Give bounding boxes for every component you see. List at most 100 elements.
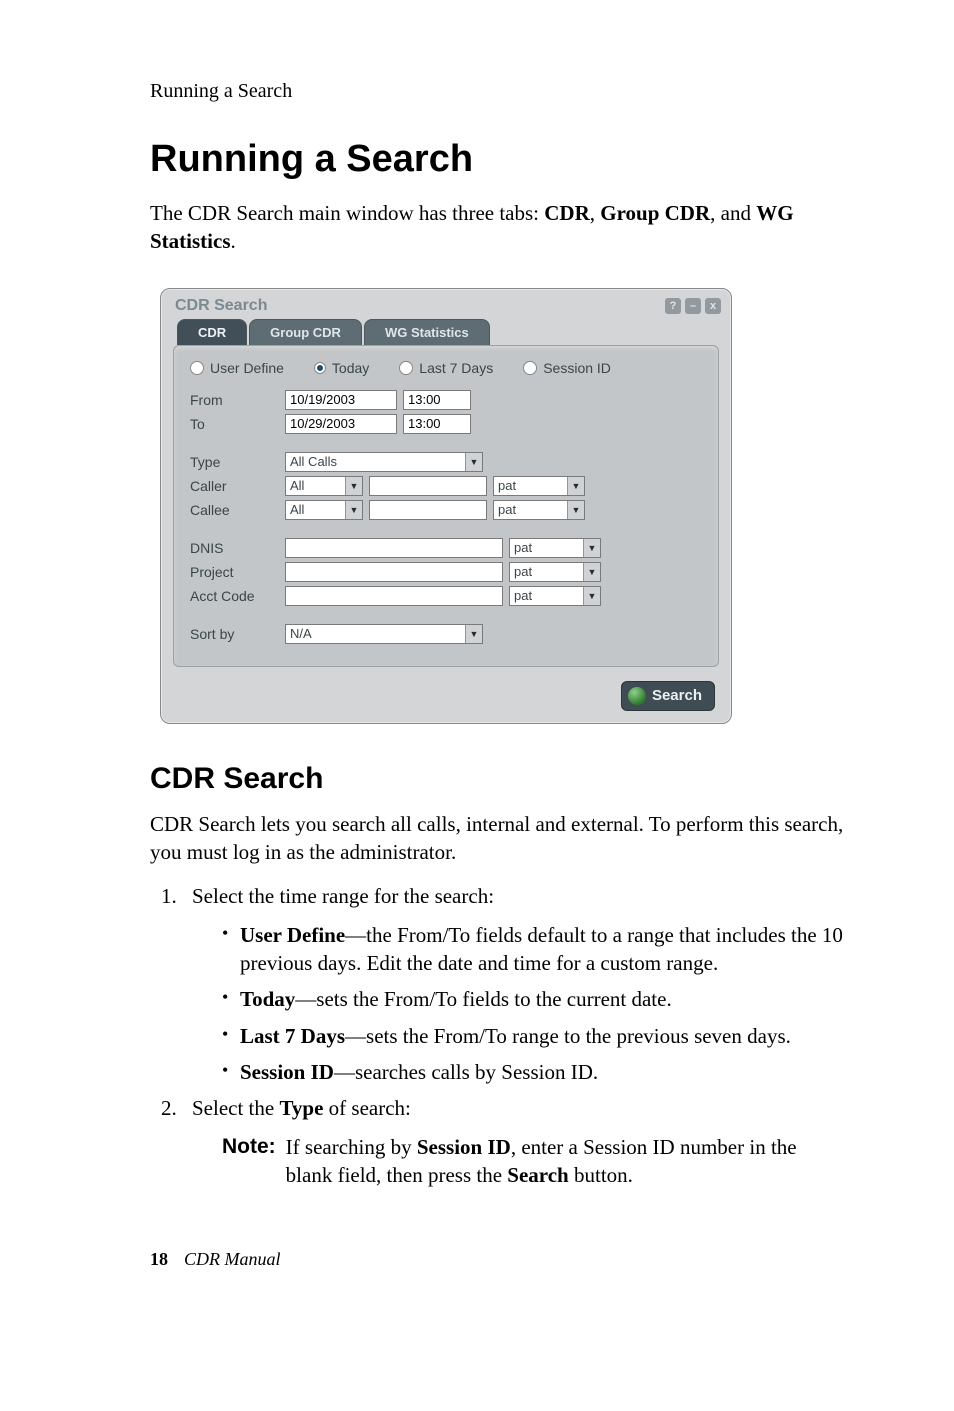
intro-paragraph: The CDR Search main window has three tab… bbox=[150, 199, 844, 256]
bullet-bold: Today bbox=[240, 987, 295, 1011]
note-label: Note: bbox=[222, 1133, 276, 1190]
close-icon[interactable]: x bbox=[705, 298, 721, 314]
radio-last-7-days[interactable]: Last 7 Days bbox=[399, 360, 493, 376]
type-select[interactable]: All Calls ▼ bbox=[285, 452, 483, 472]
dnis-match-select[interactable]: pat▼ bbox=[509, 538, 601, 558]
label-type: Type bbox=[190, 454, 285, 470]
to-date-input[interactable] bbox=[285, 414, 397, 434]
page-footer: 18 CDR Manual bbox=[150, 1249, 844, 1270]
steps-list: Select the time range for the search: Us… bbox=[150, 882, 844, 1189]
from-date-input[interactable] bbox=[285, 390, 397, 410]
chevron-down-icon: ▼ bbox=[567, 477, 584, 495]
tab-cdr[interactable]: CDR bbox=[177, 319, 247, 345]
titlebar: CDR Search ? – x bbox=[161, 289, 731, 315]
window-buttons: ? – x bbox=[665, 298, 721, 314]
chevron-down-icon: ▼ bbox=[567, 501, 584, 519]
note-block: Note: If searching by Session ID, enter … bbox=[192, 1133, 844, 1190]
cdr-search-window: CDR Search ? – x CDR Group CDR WG Statis… bbox=[160, 288, 732, 724]
radio-user-define[interactable]: User Define bbox=[190, 360, 284, 376]
tab-wg-statistics[interactable]: WG Statistics bbox=[364, 319, 490, 345]
label-to: To bbox=[190, 416, 285, 432]
bullet-text: —searches calls by Session ID. bbox=[334, 1060, 598, 1084]
note-fragment: If searching by bbox=[286, 1135, 417, 1159]
select-value: pat bbox=[510, 587, 583, 605]
callee-match-select[interactable]: pat▼ bbox=[493, 500, 585, 520]
bullet-bold: User Define bbox=[240, 923, 345, 947]
bullet-text: —sets the From/To range to the previous … bbox=[345, 1024, 791, 1048]
select-value: pat bbox=[494, 477, 567, 495]
window-title: CDR Search bbox=[175, 297, 267, 315]
bullet-user-define: User Define—the From/To fields default t… bbox=[222, 921, 844, 978]
radio-dot-icon bbox=[190, 361, 204, 375]
page-number: 18 bbox=[150, 1249, 168, 1270]
bullet-bold: Session ID bbox=[240, 1060, 334, 1084]
acct-code-input[interactable] bbox=[285, 586, 503, 606]
doc-title: CDR Manual bbox=[184, 1249, 281, 1270]
caller-match-select[interactable]: pat▼ bbox=[493, 476, 585, 496]
search-button[interactable]: Search bbox=[621, 681, 715, 711]
radio-dot-icon bbox=[314, 362, 326, 374]
search-dot-icon bbox=[628, 687, 646, 705]
note-text: If searching by Session ID, enter a Sess… bbox=[286, 1133, 844, 1190]
radio-dot-icon bbox=[523, 361, 537, 375]
chevron-down-icon: ▼ bbox=[465, 625, 482, 643]
label-sortby: Sort by bbox=[190, 626, 285, 642]
step-text: Select the time range for the search: bbox=[192, 884, 494, 908]
running-head: Running a Search bbox=[150, 80, 844, 103]
callee-scope-select[interactable]: All▼ bbox=[285, 500, 363, 520]
tab-group-cdr[interactable]: Group CDR bbox=[249, 319, 362, 345]
help-icon[interactable]: ? bbox=[665, 298, 681, 314]
step-1-bullets: User Define—the From/To fields default t… bbox=[192, 921, 844, 1087]
select-value: pat bbox=[510, 563, 583, 581]
step-text: Select the bbox=[192, 1096, 279, 1120]
radio-today[interactable]: Today bbox=[314, 360, 369, 376]
step-bold: Type bbox=[279, 1096, 323, 1120]
dnis-input[interactable] bbox=[285, 538, 503, 558]
tab-row: CDR Group CDR WG Statistics bbox=[161, 319, 731, 345]
chevron-down-icon: ▼ bbox=[583, 587, 600, 605]
bullet-text: —sets the From/To fields to the current … bbox=[295, 987, 671, 1011]
bullet-today: Today—sets the From/To fields to the cur… bbox=[222, 985, 844, 1013]
sortby-select[interactable]: N/A▼ bbox=[285, 624, 483, 644]
step-1: Select the time range for the search: Us… bbox=[182, 882, 844, 1086]
radio-label: Today bbox=[332, 360, 369, 376]
label-project: Project bbox=[190, 564, 285, 580]
step-text: of search: bbox=[323, 1096, 410, 1120]
chevron-down-icon: ▼ bbox=[465, 453, 482, 471]
bullet-last7: Last 7 Days—sets the From/To range to th… bbox=[222, 1022, 844, 1050]
section-heading: CDR Search bbox=[150, 762, 844, 796]
tab-panel: User Define Today Last 7 Days Session ID… bbox=[173, 345, 719, 667]
to-time-input[interactable] bbox=[403, 414, 471, 434]
intro-bold-cdr: CDR bbox=[544, 201, 590, 225]
note-bold: Session ID bbox=[417, 1135, 511, 1159]
select-value: pat bbox=[510, 539, 583, 557]
radio-dot-icon bbox=[399, 361, 413, 375]
minimize-icon[interactable]: – bbox=[685, 298, 701, 314]
select-value: pat bbox=[494, 501, 567, 519]
callee-value-input[interactable] bbox=[369, 500, 487, 520]
project-match-select[interactable]: pat▼ bbox=[509, 562, 601, 582]
caller-scope-select[interactable]: All▼ bbox=[285, 476, 363, 496]
select-value: All Calls bbox=[286, 453, 465, 471]
chevron-down-icon: ▼ bbox=[345, 477, 362, 495]
select-value: N/A bbox=[286, 625, 465, 643]
intro-bold-group: Group CDR bbox=[600, 201, 710, 225]
sep: , and bbox=[710, 201, 756, 225]
intro-text: The CDR Search main window has three tab… bbox=[150, 201, 544, 225]
chevron-down-icon: ▼ bbox=[583, 539, 600, 557]
step-2: Select the Type of search: Note: If sear… bbox=[182, 1094, 844, 1189]
section-intro: CDR Search lets you search all calls, in… bbox=[150, 810, 844, 867]
sep: , bbox=[590, 201, 601, 225]
label-caller: Caller bbox=[190, 478, 285, 494]
sep: . bbox=[231, 229, 236, 253]
radio-session-id[interactable]: Session ID bbox=[523, 360, 611, 376]
chevron-down-icon: ▼ bbox=[345, 501, 362, 519]
from-time-input[interactable] bbox=[403, 390, 471, 410]
acct-match-select[interactable]: pat▼ bbox=[509, 586, 601, 606]
label-from: From bbox=[190, 392, 285, 408]
bullet-bold: Last 7 Days bbox=[240, 1024, 345, 1048]
caller-value-input[interactable] bbox=[369, 476, 487, 496]
project-input[interactable] bbox=[285, 562, 503, 582]
note-bold: Search bbox=[507, 1163, 568, 1187]
radio-label: Session ID bbox=[543, 360, 611, 376]
